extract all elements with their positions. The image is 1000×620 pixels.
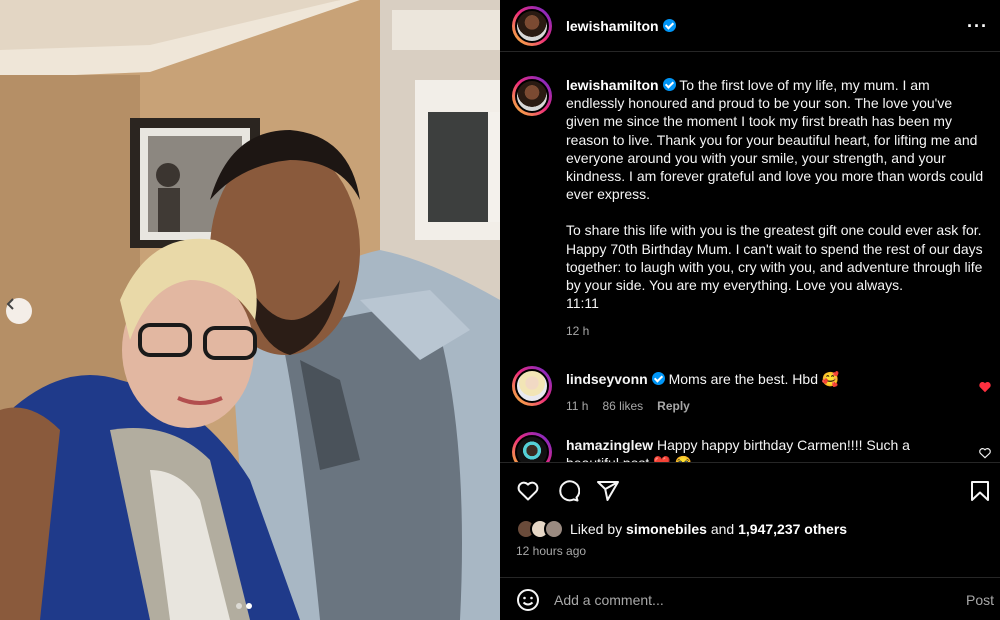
post-caption: lewishamilton To the first love of my li… — [512, 76, 992, 341]
carousel-indicator — [236, 603, 252, 609]
more-options-icon[interactable]: ··· — [967, 16, 988, 37]
caption-paragraph-1: To the first love of my life, my mum. I … — [566, 77, 984, 203]
comment-like-heart-icon[interactable] — [978, 446, 992, 460]
caption-timestamp: 12 h — [566, 324, 590, 339]
liker-avatars[interactable] — [516, 519, 564, 539]
post-details-panel: lewishamilton ··· lewishamilton To the f… — [500, 0, 1000, 620]
comment-text: Moms are the best. Hbd 🥰 — [668, 371, 840, 387]
carousel-dot — [236, 603, 242, 609]
comment-input[interactable] — [554, 591, 944, 608]
comment-meta: 11 h 86 likes Reply — [566, 397, 956, 415]
comment-icon[interactable] — [556, 479, 580, 503]
photo-illustration — [0, 0, 500, 620]
comment-like-heart-icon[interactable] — [978, 380, 992, 394]
caption-signoff: 11:11 — [566, 295, 599, 312]
action-icons — [516, 479, 620, 503]
verified-badge-icon — [651, 372, 665, 385]
verified-badge-icon — [662, 19, 676, 32]
likes-count[interactable]: 1,947,237 others — [738, 521, 847, 537]
likes-summary: Liked by simonebiles and 1,947,237 other… — [516, 519, 847, 539]
author-avatar[interactable] — [512, 5, 552, 46]
instagram-post-view: lewishamilton ··· lewishamilton To the f… — [0, 0, 1000, 620]
caption-paragraph-2: To share this life with you is the great… — [566, 222, 983, 294]
emoji-icon[interactable] — [516, 588, 540, 612]
carousel-dot-active — [246, 603, 252, 609]
author-username[interactable]: lewishamilton — [566, 18, 659, 34]
chevron-left-icon — [6, 298, 14, 310]
like-heart-icon[interactable] — [516, 479, 540, 503]
share-icon[interactable] — [596, 479, 620, 503]
add-comment-bar: Post — [500, 577, 1000, 620]
commenter-username[interactable]: hamazinglew — [566, 437, 653, 453]
post-comment-button[interactable]: Post — [966, 592, 994, 608]
post-header: lewishamilton ··· — [500, 0, 1000, 52]
commenter-avatar[interactable] — [512, 432, 552, 462]
save-bookmark-button[interactable] — [968, 479, 992, 503]
post-timestamp: 12 hours ago — [516, 544, 587, 558]
comments-scroll-area[interactable]: lewishamilton To the first love of my li… — [500, 52, 1000, 462]
verified-badge-icon — [662, 78, 676, 91]
post-photo[interactable] — [0, 0, 500, 620]
caption-body: lewishamilton To the first love of my li… — [566, 76, 986, 341]
liked-by-user[interactable]: simonebiles — [626, 521, 707, 537]
liked-by-middle: and — [710, 521, 735, 537]
caption-username[interactable]: lewishamilton — [566, 77, 659, 93]
previous-slide-button[interactable] — [6, 298, 32, 324]
comment-likes[interactable]: 86 likes — [602, 397, 643, 415]
comment-item: lindseyvonn Moms are the best. Hbd 🥰 11 … — [512, 366, 992, 415]
commenter-username[interactable]: lindseyvonn — [566, 371, 648, 387]
commenter-avatar[interactable] — [512, 366, 552, 406]
comment-item: hamazinglew Happy happy birthday Carmen!… — [512, 432, 992, 462]
liked-by-prefix: Liked by — [570, 521, 623, 537]
comment-time: 11 h — [566, 399, 589, 413]
reply-button[interactable]: Reply — [657, 397, 690, 415]
bookmark-icon — [971, 481, 989, 501]
liker-avatar — [544, 519, 564, 539]
post-actions-section: Liked by simonebiles and 1,947,237 other… — [500, 462, 1000, 620]
caption-author-avatar[interactable] — [512, 76, 552, 116]
